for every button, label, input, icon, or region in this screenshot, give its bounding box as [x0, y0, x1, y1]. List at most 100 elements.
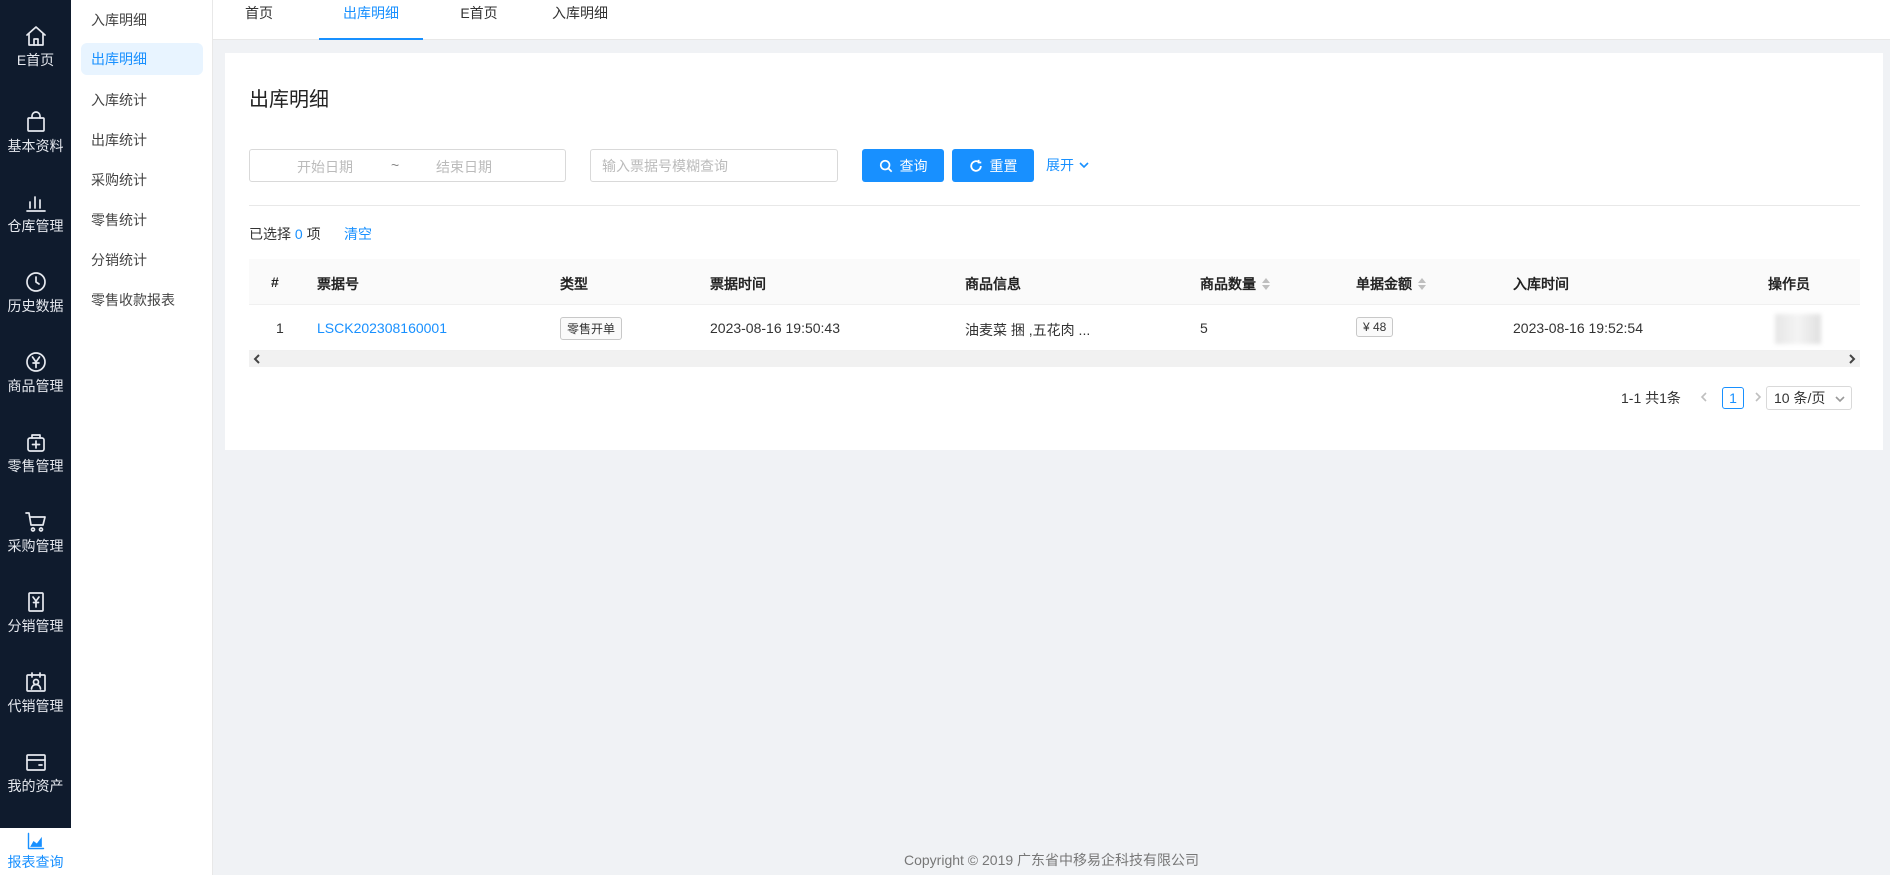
- submenu-item-purchase-stats[interactable]: 采购统计: [81, 164, 203, 196]
- column-header-operator: 操作员: [1768, 276, 1810, 292]
- submenu-item-distribution-stats[interactable]: 分销统计: [81, 244, 203, 276]
- horizontal-scrollbar[interactable]: [249, 351, 1860, 367]
- sort-icon: [1418, 278, 1426, 290]
- rail-item-distribution[interactable]: 分销管理: [0, 590, 71, 670]
- rail-item-warehouse[interactable]: 仓库管理: [0, 190, 71, 270]
- pagination-next[interactable]: [1750, 387, 1766, 407]
- chevron-left-icon: [253, 354, 260, 364]
- rail-item-basic-data[interactable]: 基本资料: [0, 110, 71, 190]
- rail-item-history[interactable]: 历史数据: [0, 270, 71, 350]
- pagination-page-1[interactable]: 1: [1722, 387, 1744, 409]
- expand-label: 展开: [1046, 157, 1074, 173]
- rail-item-consignment[interactable]: 代销管理: [0, 670, 71, 750]
- cell-type-tag: 零售开单: [560, 317, 623, 340]
- store-icon: [26, 434, 45, 452]
- chevron-down-icon: [1079, 162, 1089, 169]
- scroll-left-arrow[interactable]: [249, 351, 265, 367]
- table-row[interactable]: 1 LSCK202308160001 零售开单 2023-08-16 19:50…: [249, 305, 1860, 351]
- submenu-item-out-stats[interactable]: 出库统计: [81, 124, 203, 156]
- bar-chart-icon: [25, 196, 46, 212]
- pagination-prev[interactable]: [1696, 387, 1712, 407]
- rail-item-label: 商品管理: [7, 378, 64, 394]
- rail-item-goods[interactable]: 商品管理: [0, 350, 71, 430]
- cell-in-time: 2023-08-16 19:52:54: [1513, 320, 1643, 336]
- column-header-bill-time: 票据时间: [710, 276, 766, 292]
- submenu-item-retail-receipts[interactable]: 零售收款报表: [81, 284, 203, 316]
- query-button-label: 查询: [899, 157, 928, 174]
- cell-bill-time: 2023-08-16 19:50:43: [710, 320, 840, 336]
- tab-in-detail[interactable]: 入库明细: [548, 0, 612, 40]
- yen-doc-icon: [27, 592, 44, 612]
- tab-e-home[interactable]: E首页: [456, 0, 502, 40]
- rail-item-e-home[interactable]: E首页: [0, 24, 71, 104]
- tab-home[interactable]: 首页: [242, 0, 276, 40]
- chevron-down-icon: [1835, 396, 1845, 403]
- rail-item-label: E首页: [16, 52, 55, 68]
- rail-item-label: 零售管理: [7, 458, 64, 474]
- rail-item-reports[interactable]: 报表查询: [0, 828, 71, 875]
- date-range-picker[interactable]: 开始日期 ~ 结束日期: [249, 149, 566, 182]
- rail-item-label: 我的资产: [7, 778, 64, 794]
- cell-operator-redacted: [1775, 314, 1821, 344]
- column-header-goods: 商品信息: [965, 276, 1021, 292]
- cell-index: 1: [276, 320, 284, 336]
- expand-filters-link[interactable]: 展开: [1046, 155, 1090, 175]
- bag-icon: [26, 111, 45, 132]
- submenu-item-out-detail[interactable]: 出库明细: [81, 43, 203, 75]
- rail-item-label: 代销管理: [7, 698, 64, 714]
- tab-out-detail[interactable]: 出库明细: [319, 0, 423, 40]
- chevron-right-icon: [1755, 392, 1762, 402]
- rail-item-label: 历史数据: [7, 298, 64, 314]
- chevron-left-icon: [1700, 392, 1707, 402]
- footer-copyright: Copyright © 2019 广东省中移易企科技有限公司: [904, 852, 1200, 868]
- cell-goods: 油麦菜 捆 ,五花肉 ...: [965, 322, 1091, 338]
- main-nav-rail: E首页 基本资料 仓库管理 历史数据 商品管理 零售管理 采购管理 分销管理 代…: [0, 0, 71, 875]
- page-size-value: 10 条/页: [1774, 390, 1826, 406]
- page-tabs: 首页 出库明细 E首页 入库明细: [213, 0, 1890, 40]
- query-button[interactable]: 查询: [862, 149, 944, 182]
- user-card-icon: [25, 672, 46, 692]
- rail-item-label: 基本资料: [7, 138, 64, 154]
- submenu-item-retail-stats[interactable]: 零售统计: [81, 204, 203, 236]
- pagination-total: 1-1 共1条: [1621, 390, 1681, 406]
- column-header-type: 类型: [560, 276, 588, 292]
- submenu-item-in-detail[interactable]: 入库明细: [81, 4, 203, 36]
- page-size-select[interactable]: 10 条/页: [1766, 386, 1852, 410]
- home-icon: [25, 26, 46, 46]
- filter-divider: [249, 205, 1860, 206]
- table-header: # 票据号 类型 票据时间 商品信息 商品数量 单据金额 入库时间 操作员: [249, 259, 1860, 305]
- range-separator: ~: [391, 157, 400, 173]
- rail-item-assets[interactable]: 我的资产: [0, 750, 71, 830]
- cell-qty: 5: [1200, 320, 1208, 336]
- column-header-qty-label: 商品数量: [1200, 276, 1256, 292]
- search-icon: [879, 159, 892, 172]
- content-card: 出库明细 开始日期 ~ 结束日期 查询 重置 展开 已选择 0 项 清空 # 票…: [225, 53, 1883, 450]
- column-header-index: #: [271, 274, 279, 290]
- reset-button[interactable]: 重置: [952, 149, 1034, 182]
- report-submenu: 入库明细 出库明细 入库统计 出库统计 采购统计 零售统计 分销统计 零售收款报…: [71, 0, 213, 875]
- rail-item-retail[interactable]: 零售管理: [0, 430, 71, 510]
- rail-item-label: 报表查询: [7, 854, 64, 870]
- submenu-item-in-stats[interactable]: 入库统计: [81, 84, 203, 116]
- rail-item-purchase[interactable]: 采购管理: [0, 510, 71, 590]
- start-date-placeholder: 开始日期: [297, 159, 353, 175]
- selection-suffix: 项: [306, 226, 321, 242]
- selection-summary: 已选择 0 项: [249, 224, 321, 244]
- yen-circle-icon: [25, 352, 46, 372]
- selection-count: 0: [294, 226, 303, 242]
- column-header-amount[interactable]: 单据金额: [1356, 274, 1426, 294]
- scroll-right-arrow[interactable]: [1844, 351, 1860, 367]
- cart-icon: [24, 512, 46, 532]
- area-chart-icon: [27, 832, 44, 850]
- reset-button-label: 重置: [989, 157, 1018, 174]
- clear-selection-link[interactable]: 清空: [344, 224, 372, 244]
- chevron-right-icon: [1849, 354, 1856, 364]
- end-date-placeholder: 结束日期: [436, 159, 492, 175]
- cell-bill-no-link[interactable]: LSCK202308160001: [317, 320, 447, 336]
- wallet-icon: [25, 754, 46, 771]
- column-header-amount-label: 单据金额: [1356, 276, 1412, 292]
- bill-no-search-input[interactable]: [590, 149, 838, 182]
- column-header-qty[interactable]: 商品数量: [1200, 274, 1270, 294]
- column-header-bill-no: 票据号: [317, 276, 359, 292]
- rail-item-label: 仓库管理: [7, 218, 64, 234]
